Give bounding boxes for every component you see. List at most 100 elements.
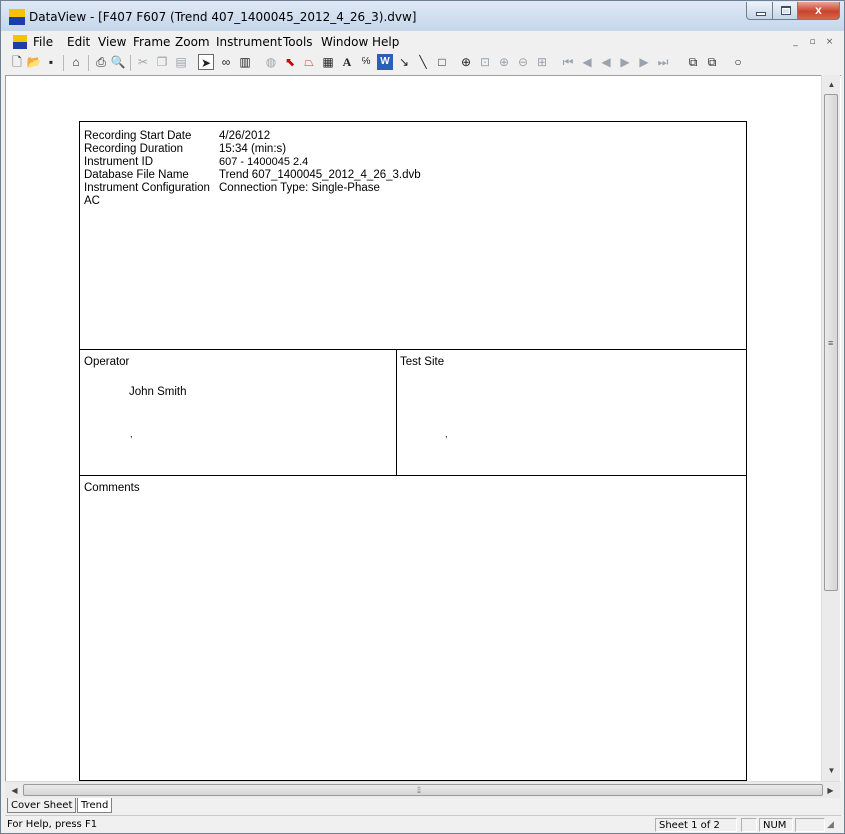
prev-page-icon[interactable]: ◀: [579, 54, 595, 70]
menu-tools[interactable]: Tools: [283, 35, 313, 49]
zoom-region-icon[interactable]: ⊡: [477, 54, 493, 70]
menu-frame[interactable]: Frame: [133, 35, 170, 49]
vertical-scroll-thumb[interactable]: ≡: [824, 94, 838, 591]
label-icon[interactable]: ℅: [358, 54, 374, 70]
field-value-start-date: 4/26/2012: [219, 130, 271, 142]
field-label-database-file: Database File Name: [84, 169, 189, 181]
cut-icon[interactable]: ✂: [135, 54, 151, 70]
field-value-database-file: Trend 607_1400045_2012_4_26_3.dvb: [219, 169, 421, 181]
operator-label: Operator: [84, 356, 130, 368]
menu-bar: File Edit View Frame Zoom Instrument Too…: [5, 34, 840, 51]
resize-grip-icon[interactable]: ◢: [827, 820, 834, 830]
menu-instrument[interactable]: Instrument: [216, 35, 282, 49]
zoom-fit-icon[interactable]: ⊞: [534, 54, 550, 70]
field-label-instrument-id: Instrument ID: [84, 156, 154, 168]
toolbar-separator: [63, 55, 64, 71]
menu-view[interactable]: View: [98, 35, 126, 49]
operator-mark: ,: [130, 429, 133, 439]
glasses-icon[interactable]: ∞: [218, 54, 234, 70]
mdi-minimize-button[interactable]: _: [789, 36, 802, 49]
line-graph-icon[interactable]: ⏢: [301, 54, 317, 70]
title-bar[interactable]: DataView - [F407 F607 (Trend 407_1400045…: [1, 1, 844, 31]
field-value-instrument-id: 607 - 1400045 2.4: [219, 156, 309, 168]
status-empty-pane: [741, 818, 757, 832]
sheet-tab-bar: Cover Sheet Trend: [5, 798, 840, 815]
menu-edit[interactable]: Edit: [67, 35, 90, 49]
save-icon[interactable]: ▪: [43, 54, 59, 70]
toolbar-separator: [130, 55, 131, 71]
grip-icon: ⦙⦙⦙: [417, 785, 421, 795]
cover-sheet-page: Recording Start Date 4/26/2012 Recording…: [79, 121, 747, 781]
menu-file[interactable]: File: [33, 35, 53, 49]
menu-help[interactable]: Help: [372, 35, 399, 49]
print-preview-icon[interactable]: 🔍: [110, 54, 126, 70]
test-site-mark: ,: [445, 429, 448, 439]
arrow-icon[interactable]: ↘: [396, 54, 412, 70]
minimize-button[interactable]: [746, 2, 773, 20]
scroll-up-icon[interactable]: ▲: [825, 78, 838, 91]
maximize-button[interactable]: [772, 2, 798, 20]
scroll-left-icon[interactable]: ◀: [8, 784, 21, 797]
operator-name: John Smith: [129, 386, 187, 398]
menu-zoom[interactable]: Zoom: [175, 35, 210, 49]
copy-icon[interactable]: ❐: [154, 54, 170, 70]
field-label-configuration: Instrument Configuration: [84, 182, 210, 194]
circle-icon[interactable]: ○: [730, 54, 746, 70]
frame-icon[interactable]: ▥: [237, 54, 253, 70]
bring-front-icon[interactable]: ⧉: [685, 54, 701, 70]
divider-operator-site: [396, 349, 397, 475]
print-icon[interactable]: ⎙: [93, 54, 109, 70]
table-icon[interactable]: ▦: [320, 54, 336, 70]
status-sheet: Sheet 1 of 2: [655, 818, 737, 832]
home-icon[interactable]: ⌂: [68, 54, 84, 70]
word-icon[interactable]: W: [377, 54, 393, 70]
new-icon[interactable]: 🗋: [9, 54, 25, 70]
scroll-right-icon[interactable]: ▶: [824, 784, 837, 797]
pointer-icon[interactable]: ➤: [198, 54, 214, 70]
zoom-plus-icon[interactable]: ⊕: [496, 54, 512, 70]
field-value-configuration: Connection Type: Single-Phase: [219, 182, 380, 194]
vertical-scrollbar[interactable]: ▲ ≡ ▼: [821, 75, 840, 781]
next-icon[interactable]: ▶: [617, 54, 633, 70]
horizontal-scroll-thumb[interactable]: ⦙⦙⦙: [23, 784, 823, 796]
next-page-icon[interactable]: ▶: [636, 54, 652, 70]
window-title: DataView - [F407 F607 (Trend 407_1400045…: [29, 10, 417, 24]
field-label-start-date: Recording Start Date: [84, 130, 192, 142]
toolbar-separator: [88, 55, 89, 71]
close-icon: x: [815, 3, 822, 17]
rectangle-icon[interactable]: □: [434, 54, 450, 70]
zoom-in-icon[interactable]: ⊕: [458, 54, 474, 70]
document-icon[interactable]: [13, 35, 27, 49]
field-label-duration: Recording Duration: [84, 143, 184, 155]
prev-icon[interactable]: ◀: [598, 54, 614, 70]
dataview-app-icon: [9, 9, 25, 25]
mdi-close-button[interactable]: ×: [823, 36, 836, 49]
zoom-minus-icon[interactable]: ⊖: [515, 54, 531, 70]
field-value-duration: 15:34 (min:s): [219, 143, 287, 155]
horizontal-scrollbar[interactable]: ◀ ⦙⦙⦙ ▶: [5, 781, 840, 798]
open-icon[interactable]: 📂: [26, 54, 42, 70]
send-back-icon[interactable]: ⧉: [704, 54, 720, 70]
status-help-text: For Help, press F1: [7, 819, 98, 830]
text-icon[interactable]: A: [339, 54, 355, 70]
disabled-icon[interactable]: ◍: [263, 54, 279, 70]
tab-cover-sheet[interactable]: Cover Sheet: [7, 798, 77, 813]
paste-icon[interactable]: ▤: [173, 54, 189, 70]
select-icon[interactable]: ⬉: [282, 54, 298, 70]
mdi-restore-button[interactable]: ▫: [806, 36, 819, 49]
tab-trend[interactable]: Trend: [77, 798, 113, 813]
line-icon[interactable]: ╲: [415, 54, 431, 70]
ac-label: AC: [84, 195, 100, 207]
status-bar: For Help, press F1 Sheet 1 of 2 NUM ◢: [5, 815, 841, 833]
scroll-down-icon[interactable]: ▼: [825, 764, 838, 777]
comments-label: Comments: [84, 482, 140, 494]
grip-icon: ≡: [828, 338, 833, 348]
last-icon[interactable]: ⏭: [655, 54, 671, 70]
test-site-label: Test Site: [400, 356, 445, 368]
first-icon[interactable]: ⏮: [560, 54, 576, 70]
status-num: NUM: [759, 818, 793, 832]
close-button[interactable]: x: [797, 2, 840, 20]
status-empty-pane: [795, 818, 825, 832]
divider-operator-top: [80, 349, 746, 350]
menu-window[interactable]: Window: [321, 35, 368, 49]
